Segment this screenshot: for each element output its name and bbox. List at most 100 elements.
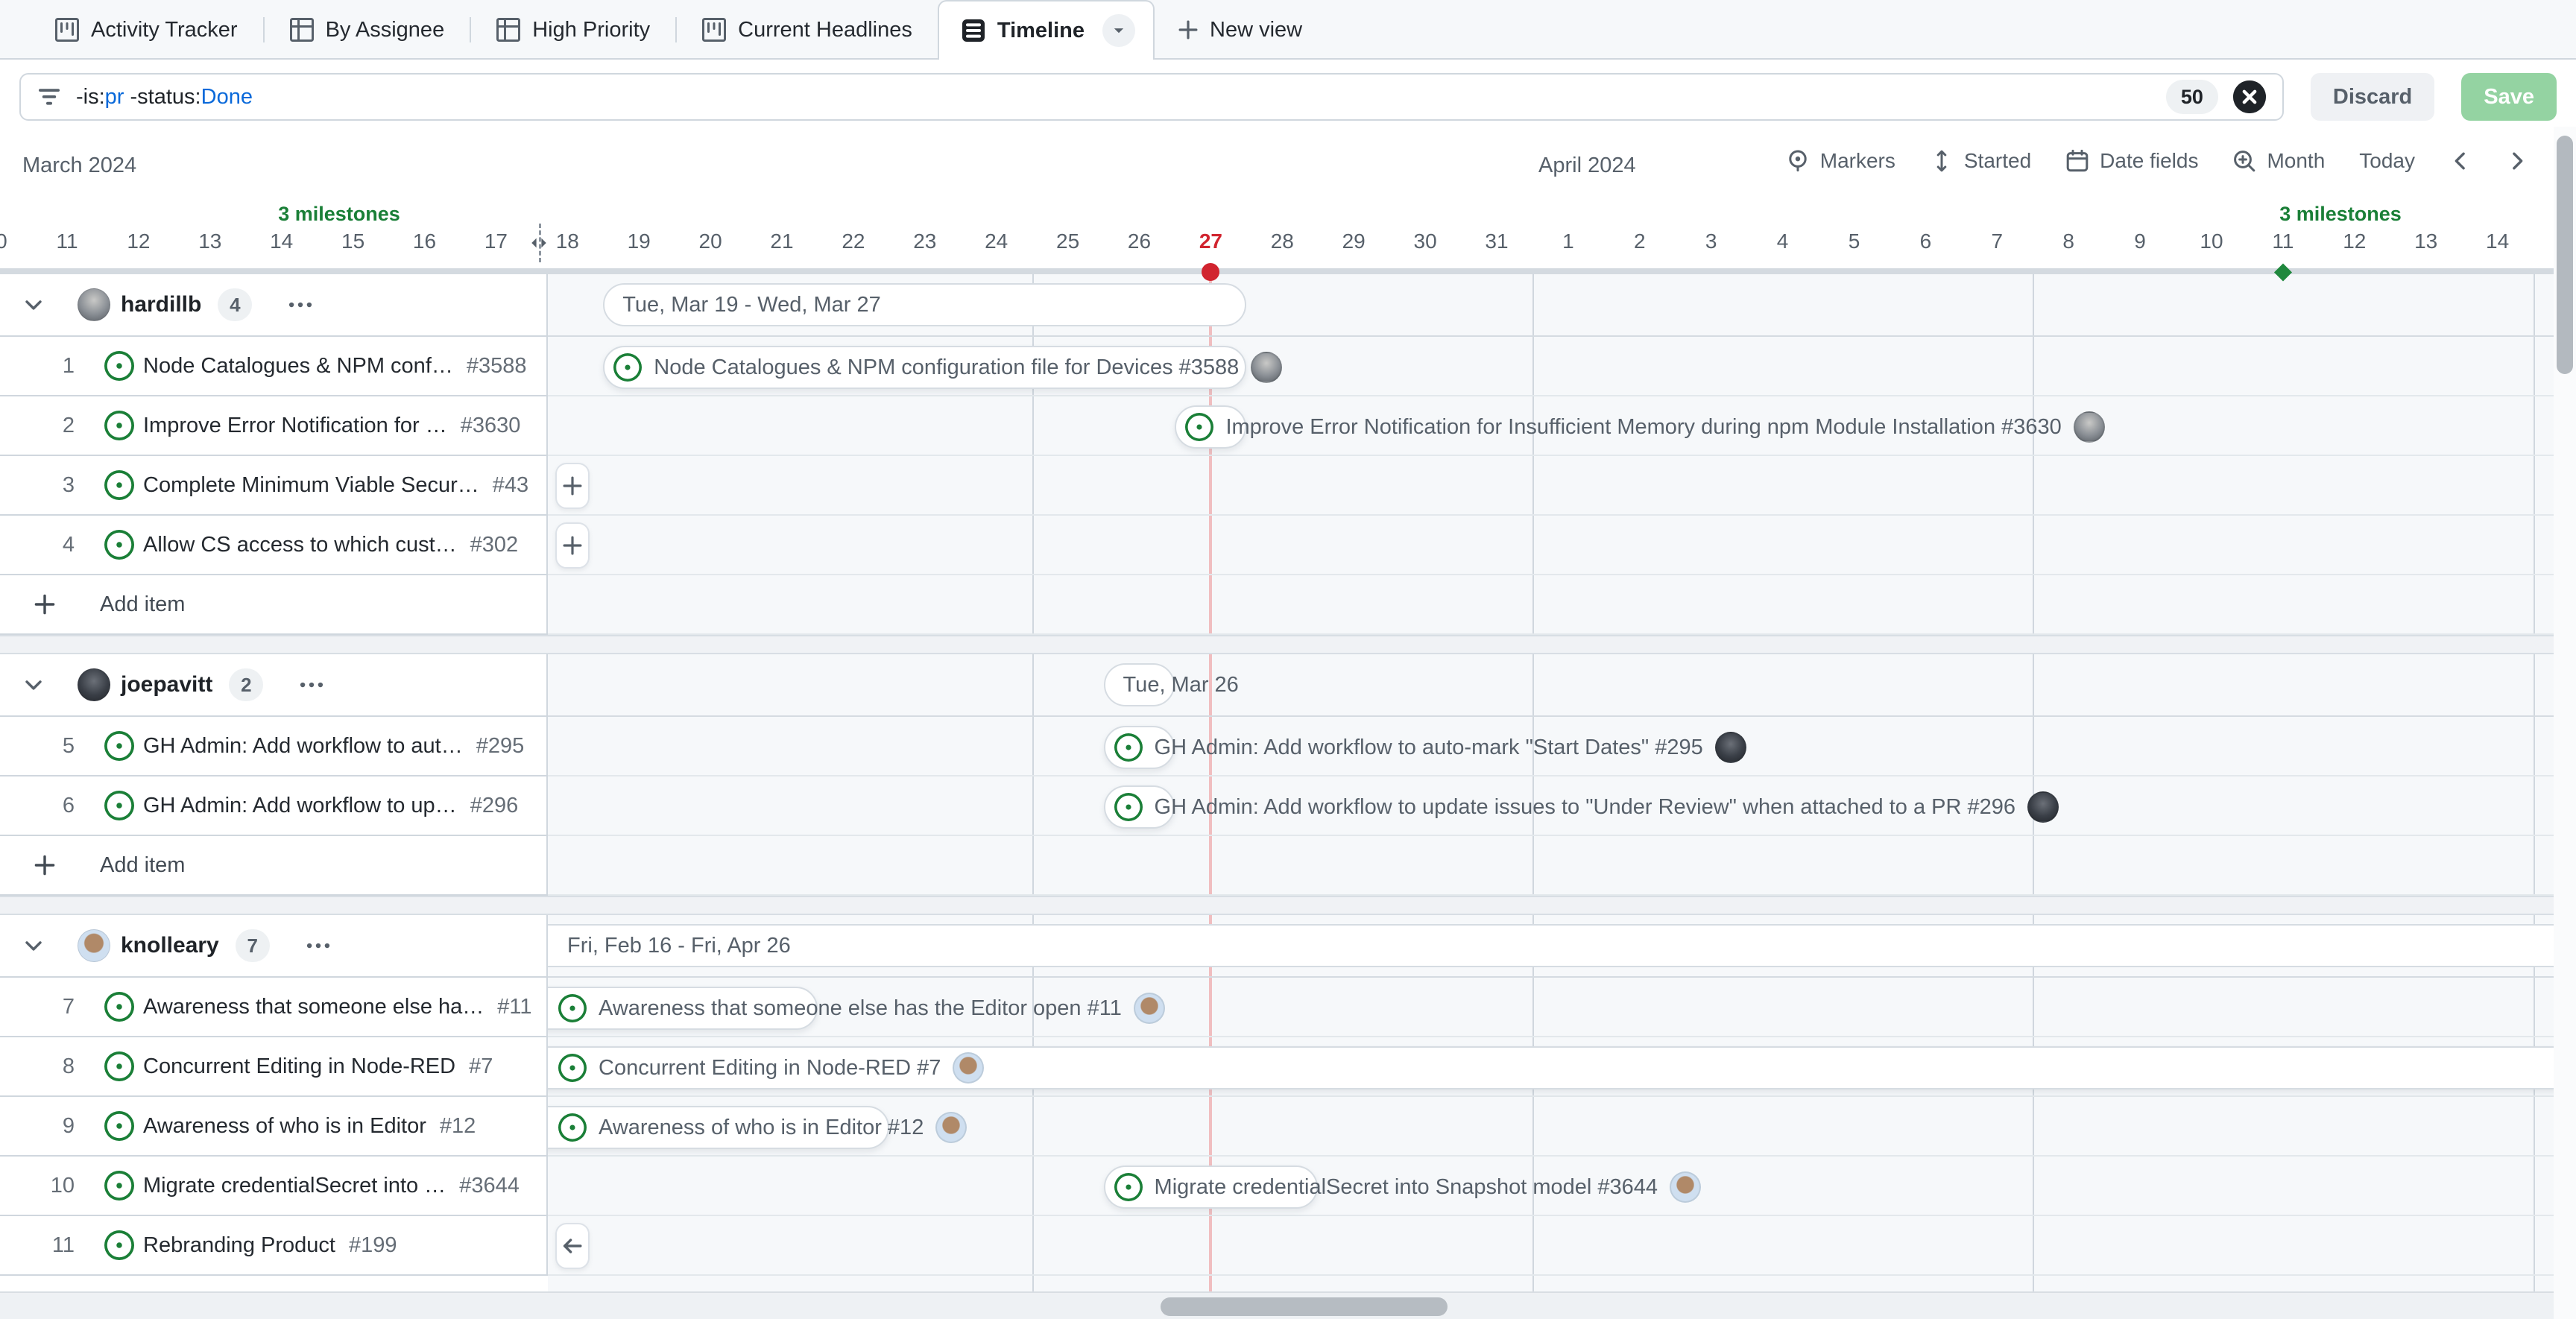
avatar: [78, 929, 110, 962]
row-timeline: Migrate credentialSecret into Snapshot m…: [548, 1157, 2554, 1216]
avatar: [1251, 352, 1282, 383]
toolbar-label: Started: [1964, 149, 2031, 173]
avatar: [2074, 411, 2105, 443]
day-label: 7: [1992, 230, 2004, 253]
avatar: [1134, 993, 1165, 1024]
issue-title: Awareness that someone else ha…: [143, 995, 484, 1019]
tab-activity-tracker[interactable]: Activity Tracker: [30, 0, 263, 60]
timeline-bar-content: Node Catalogues & NPM configuration file…: [613, 346, 1282, 389]
issue-open-icon: [1114, 733, 1143, 762]
timeline-bar-label: Awareness that someone else has the Edit…: [599, 996, 1122, 1021]
calendar-icon: [2065, 149, 2089, 173]
day-label: 23: [913, 230, 936, 253]
filter-query-segment: pr: [105, 85, 124, 109]
issue-open-icon: [104, 351, 134, 381]
day-label: 17: [484, 230, 508, 253]
add-dates-button[interactable]: [555, 522, 590, 569]
markers-button[interactable]: Markers: [1786, 149, 1895, 173]
filter-query-text: -is:pr -status:Done: [76, 85, 2151, 110]
row-side[interactable]: 6GH Admin: Add workflow to up…#296: [0, 776, 548, 836]
plus-icon: [561, 534, 584, 557]
row-side[interactable]: 4Allow CS access to which cust…#302: [0, 516, 548, 575]
tab-label: By Assignee: [326, 18, 445, 42]
row-number: 1: [0, 354, 75, 379]
row-side[interactable]: 1Node Catalogues & NPM conf…#3588: [0, 337, 548, 396]
day-label: 29: [1342, 230, 1366, 253]
group-menu-button[interactable]: [306, 933, 331, 958]
table-row: 11Rebranding Product#199: [0, 1216, 2576, 1276]
timeline-bar-label: Awareness of who is in Editor #12: [599, 1116, 924, 1140]
horizontal-scrollbar-thumb[interactable]: [1161, 1297, 1448, 1316]
row-number: 4: [0, 533, 75, 557]
day-label: 4: [1777, 230, 1789, 253]
discard-button[interactable]: Discard: [2311, 73, 2434, 121]
row-side[interactable]: 2Improve Error Notification for …#3630: [0, 396, 548, 456]
issue-open-icon: [558, 1113, 587, 1142]
add-item-button[interactable]: Add item: [0, 575, 548, 635]
avatar: [78, 288, 110, 321]
issue-open-icon: [104, 411, 134, 440]
row-side[interactable]: 5GH Admin: Add workflow to aut…#295: [0, 717, 548, 776]
row-timeline: Node Catalogues & NPM configuration file…: [548, 337, 2554, 396]
add-item-button[interactable]: Add item: [0, 836, 548, 896]
day-label: 3: [1705, 230, 1717, 253]
marker-pin-icon: [1786, 149, 1810, 173]
date-fields-button[interactable]: Date fields: [2065, 149, 2198, 173]
group-header-side[interactable]: hardillb4: [0, 274, 548, 337]
new-view-label: New view: [1210, 18, 1302, 42]
row-side[interactable]: 10Migrate credentialSecret into …#3644: [0, 1157, 548, 1216]
vertical-scrollbar[interactable]: [2554, 127, 2576, 1319]
chevron-left-icon: [2449, 150, 2472, 172]
tab-by-assignee[interactable]: By Assignee: [265, 0, 470, 60]
filter-query-segment: -status:: [124, 85, 201, 109]
zoom-month-button[interactable]: Month: [2232, 149, 2325, 173]
project-icon: [702, 18, 726, 42]
issue-title: Node Catalogues & NPM conf…: [143, 354, 453, 379]
save-button[interactable]: Save: [2461, 73, 2557, 121]
row-side[interactable]: 8Concurrent Editing in Node-RED#7: [0, 1037, 548, 1097]
row-side[interactable]: 3Complete Minimum Viable Secur…#43: [0, 456, 548, 516]
timeline-bar-content: Awareness that someone else has the Edit…: [558, 987, 1165, 1030]
group-menu-button[interactable]: [299, 672, 324, 698]
row-number: 11: [0, 1233, 75, 1258]
prev-page-button[interactable]: [2449, 150, 2472, 172]
group-date-range-pill[interactable]: [503, 924, 2576, 967]
row-number: 7: [0, 995, 75, 1019]
tab-current-headlines[interactable]: Current Headlines: [677, 0, 938, 60]
tab-label: Current Headlines: [738, 18, 912, 42]
row-side[interactable]: 9Awareness of who is in Editor#12: [0, 1097, 548, 1157]
filter-input[interactable]: -is:pr -status:Done50: [19, 73, 2284, 121]
issue-open-icon: [104, 731, 134, 761]
tab-high-priority[interactable]: High Priority: [471, 0, 675, 60]
day-label: 10: [2200, 230, 2223, 253]
issue-open-icon: [104, 1171, 134, 1201]
issue-title: Awareness of who is in Editor: [143, 1114, 426, 1139]
day-label: 24: [985, 230, 1008, 253]
day-label: 6: [1920, 230, 1932, 253]
row-side[interactable]: 11Rebranding Product#199: [0, 1216, 548, 1276]
day-label: 22: [842, 230, 865, 253]
day-label: 1: [1562, 230, 1574, 253]
table-row: 3Complete Minimum Viable Secur…#43: [0, 456, 2576, 516]
row-side[interactable]: 7Awareness that someone else ha…#11: [0, 978, 548, 1037]
horizontal-scrollbar[interactable]: [0, 1291, 2576, 1319]
add-dates-button[interactable]: [555, 463, 590, 509]
group-header-side[interactable]: joepavitt2: [0, 654, 548, 717]
clear-filter-button[interactable]: [2233, 80, 2266, 113]
sort-started-button[interactable]: Started: [1930, 149, 2031, 173]
group-header-timeline: Tue, Mar 26: [548, 654, 2554, 717]
today-button[interactable]: Today: [2359, 149, 2415, 173]
group-menu-button[interactable]: [288, 292, 313, 317]
day-label: 14: [2486, 230, 2509, 253]
group-count-badge: 7: [236, 929, 270, 962]
view-options-button[interactable]: [1102, 14, 1135, 47]
tab-timeline[interactable]: Timeline: [938, 0, 1155, 60]
scroll-to-item-button[interactable]: [555, 1223, 590, 1269]
issue-title: Complete Minimum Viable Secur…: [143, 473, 479, 498]
vertical-scrollbar-thumb[interactable]: [2557, 136, 2573, 374]
row-number: 9: [0, 1114, 75, 1139]
next-page-button[interactable]: [2506, 150, 2528, 172]
new-view-button[interactable]: New view: [1155, 0, 1325, 60]
group-header-side[interactable]: knolleary7: [0, 915, 548, 978]
column-resize-handle[interactable]: [523, 224, 555, 262]
